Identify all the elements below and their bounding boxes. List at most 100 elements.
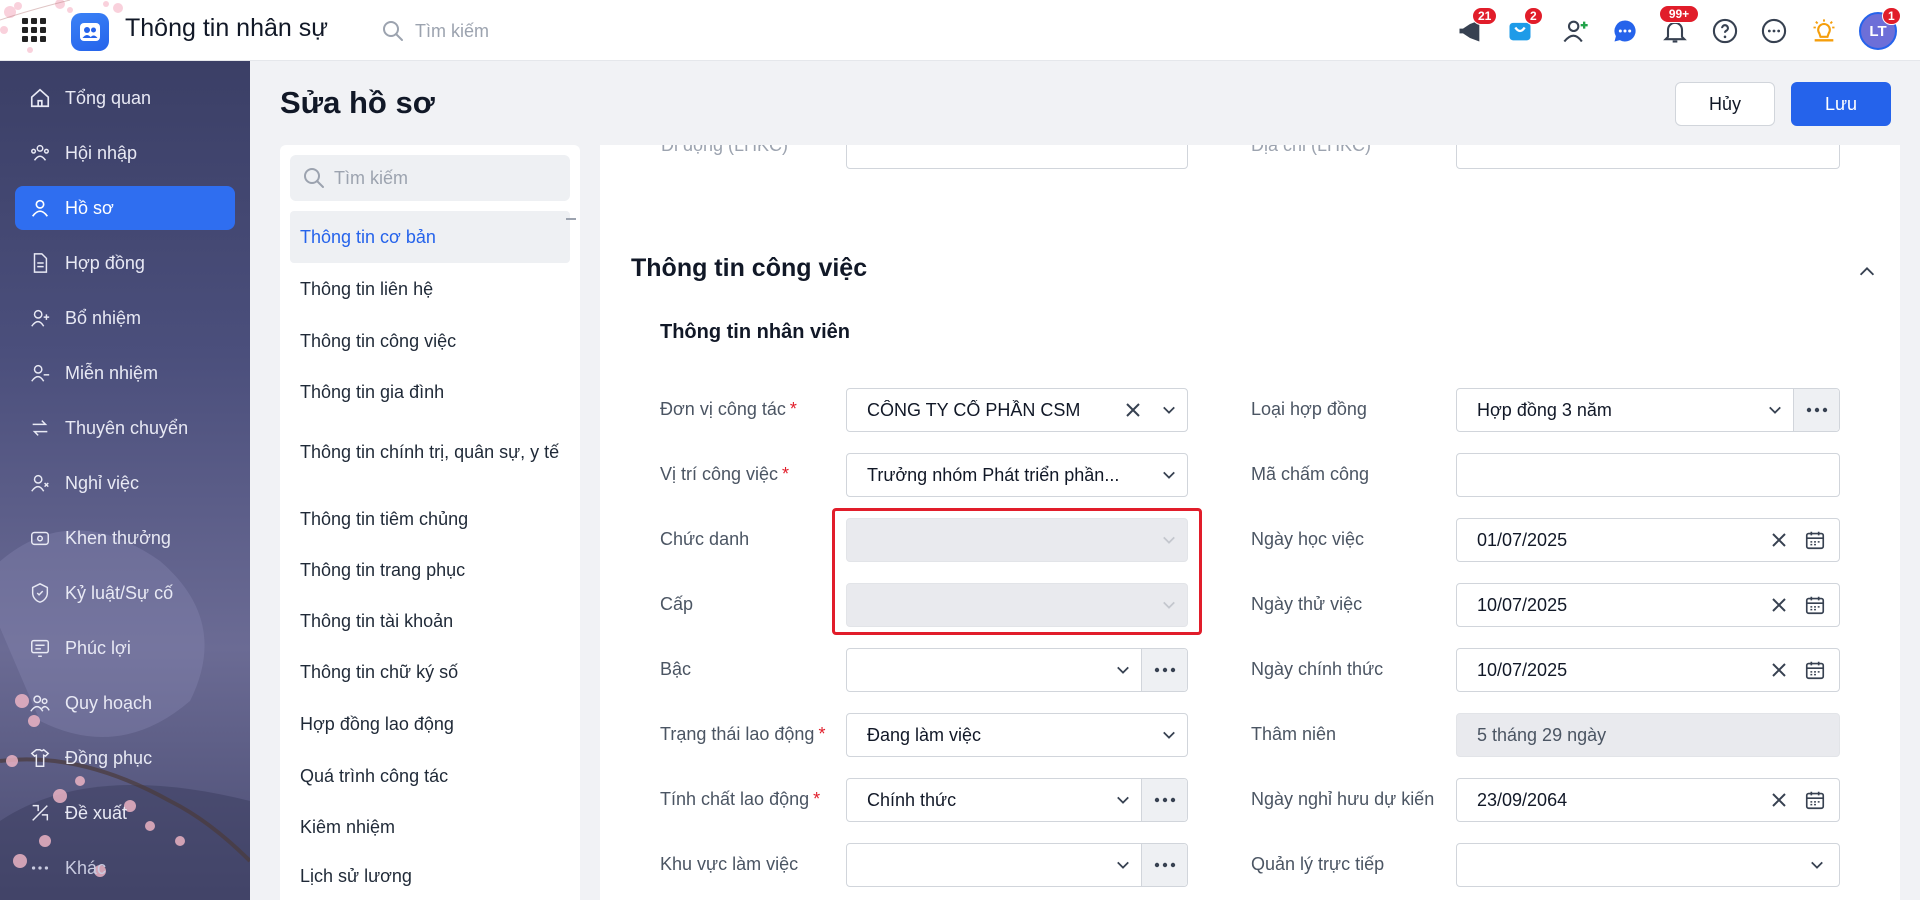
benefit-icon [31, 639, 49, 657]
sidebar-item-nghi-viec[interactable]: Nghỉ việc [15, 461, 235, 505]
help-button[interactable] [1707, 13, 1743, 49]
sidebar-item-label: Hợp đồng [65, 252, 145, 273]
sidebar-item-thuyen-chuyen[interactable]: Thuyên chuyển [15, 406, 235, 450]
clear-icon[interactable] [1761, 584, 1797, 626]
section-item-thong-tin-trang-phuc[interactable]: Thông tin trang phục [290, 544, 570, 596]
trang-thai-lao-dong-select[interactable]: Đang làm việc [846, 713, 1188, 757]
planning-icon [30, 695, 50, 712]
chevron-down-icon[interactable] [1151, 454, 1187, 496]
clear-icon[interactable] [1761, 649, 1797, 691]
sidebar-item-hop-dong[interactable]: Hợp đồng [15, 241, 235, 285]
ngay-nghi-huu-datepicker[interactable]: 23/09/2064 [1456, 778, 1840, 822]
ellipsis-icon [1154, 667, 1175, 673]
chat-button[interactable] [1607, 13, 1643, 49]
loai-hop-dong-select[interactable]: Hợp đồng 3 năm [1456, 388, 1840, 432]
section-item-thong-tin-chinh-tri[interactable]: Thông tin chính trị, quân sự, y tế [290, 424, 570, 480]
sidebar-item-de-xuat[interactable]: Đề xuất [15, 791, 235, 835]
ellipsis-icon [1154, 797, 1175, 803]
section-search-placeholder: Tìm kiếm [334, 167, 408, 188]
section-item-thong-tin-tiem-chung[interactable]: Thông tin tiêm chủng [290, 493, 570, 545]
bac-more-button[interactable] [1141, 649, 1187, 691]
section-item-lich-su-luong[interactable]: Lịch sử lương [290, 852, 570, 900]
ngay-chinh-thuc-datepicker[interactable]: 10/07/2025 [1456, 648, 1840, 692]
sidebar-item-quy-hoach[interactable]: Quy hoạch [15, 681, 235, 725]
user-minus-icon [31, 364, 50, 382]
section-item-hop-dong-lao-dong[interactable]: Hợp đồng lao động [290, 698, 570, 750]
label-don-vi-cong-tac: Đơn vị công tác * [660, 399, 797, 419]
bac-select[interactable] [846, 648, 1188, 692]
section-list-scrollbar[interactable] [566, 218, 576, 220]
page-title: Sửa hồ sơ [280, 85, 435, 120]
chevron-down-icon[interactable] [1151, 714, 1187, 756]
user-avatar[interactable]: LT 1 [1858, 7, 1901, 51]
section-item-qua-trinh-cong-tac[interactable]: Quá trình công tác [290, 750, 570, 802]
cancel-button[interactable]: Hủy [1675, 82, 1775, 126]
tinh-chat-lao-dong-select[interactable]: Chính thức [846, 778, 1188, 822]
khu-vuc-more-button[interactable] [1141, 844, 1187, 886]
more-options-button[interactable] [1756, 13, 1792, 49]
user-leave-icon [31, 474, 49, 492]
khu-vuc-lam-viec-select[interactable] [846, 843, 1188, 887]
label-khu-vuc-lam-viec: Khu vực làm việc [660, 854, 799, 874]
ngay-thu-viec-datepicker[interactable]: 10/07/2025 [1456, 583, 1840, 627]
section-item-thong-tin-lien-he[interactable]: Thông tin liên hệ [290, 263, 570, 315]
sidebar-item-ho-so[interactable]: Hồ sơ [15, 186, 235, 230]
calendar-icon[interactable] [1797, 779, 1833, 821]
ma-cham-cong-input[interactable] [1456, 453, 1840, 497]
sidebar-item-bo-nhiem[interactable]: Bổ nhiệm [15, 296, 235, 340]
chevron-down-icon[interactable] [1757, 389, 1793, 431]
quan-ly-truc-tiep-select[interactable] [1456, 843, 1840, 887]
calendar-icon[interactable] [1797, 649, 1833, 691]
ghost-field-left[interactable] [846, 145, 1188, 169]
loai-hop-dong-value: Hợp đồng 3 năm [1477, 399, 1612, 420]
label-bac: Bậc [660, 659, 692, 679]
chevron-down-icon[interactable] [1105, 779, 1141, 821]
chevron-up-icon [1859, 267, 1875, 276]
clear-icon[interactable] [1115, 389, 1151, 431]
idea-button[interactable] [1806, 13, 1842, 49]
clear-icon[interactable] [1761, 779, 1797, 821]
chevron-down-icon[interactable] [1105, 649, 1141, 691]
sidebar-item-phuc-loi[interactable]: Phúc lợi [15, 626, 235, 670]
save-button[interactable]: Lưu [1791, 82, 1891, 126]
shield-alert-icon [31, 583, 49, 603]
announcement-button[interactable]: 21 [1452, 7, 1498, 49]
sidebar-item-label: Hội nhập [65, 142, 138, 163]
clear-icon[interactable] [1761, 519, 1797, 561]
ngay-hoc-viec-datepicker[interactable]: 01/07/2025 [1456, 518, 1840, 562]
app-launcher-icon[interactable] [22, 18, 46, 42]
section-search-input[interactable]: Tìm kiếm [290, 155, 570, 201]
section-item-thong-tin-chu-ky-so[interactable]: Thông tin chữ ký số [290, 646, 570, 698]
section-item-thong-tin-co-ban[interactable]: Thông tin cơ bản [290, 211, 570, 263]
lightbulb-icon [1813, 19, 1835, 42]
chevron-down-icon[interactable] [1105, 844, 1141, 886]
tinh-chat-more-button[interactable] [1141, 779, 1187, 821]
notification-button[interactable]: 99+ [1657, 5, 1699, 49]
section-item-thong-tin-cong-viec[interactable]: Thông tin công việc [290, 315, 570, 367]
sidebar-item-khac[interactable]: Khác [15, 846, 235, 890]
add-user-button[interactable] [1558, 13, 1594, 49]
sidebar-item-khen-thuong[interactable]: Khen thưởng [15, 516, 235, 560]
ghost-label-left: Di động (LHKC) [661, 145, 789, 155]
collapse-section-button[interactable] [1853, 258, 1881, 286]
vi-tri-cong-viec-select[interactable]: Trưởng nhóm Phát triển phần... [846, 453, 1188, 497]
section-item-kiem-nhiem[interactable]: Kiêm nhiệm [290, 801, 570, 853]
document-icon [33, 253, 48, 273]
sidebar-item-ky-luat[interactable]: Kỷ luật/Sự cố [15, 571, 235, 615]
don-vi-cong-tac-select[interactable]: CÔNG TY CỔ PHẦN CSM [846, 388, 1188, 432]
loai-hop-dong-more-button[interactable] [1793, 389, 1839, 431]
sidebar-item-tong-quan[interactable]: Tổng quan [15, 76, 235, 120]
ghost-field-right[interactable] [1456, 145, 1840, 169]
sidebar-item-hoi-nhap[interactable]: Hội nhập [15, 131, 235, 175]
sidebar-item-dong-phuc[interactable]: Đồng phục [15, 736, 235, 780]
global-search[interactable]: Tìm kiếm [381, 15, 581, 47]
calendar-icon[interactable] [1797, 519, 1833, 561]
sidebar-item-label: Bổ nhiệm [65, 307, 142, 328]
section-item-thong-tin-tai-khoan[interactable]: Thông tin tài khoản [290, 595, 570, 647]
chevron-down-icon[interactable] [1151, 389, 1187, 431]
chevron-down-icon[interactable] [1799, 844, 1835, 886]
section-item-thong-tin-gia-dinh[interactable]: Thông tin gia đình [290, 366, 570, 418]
sidebar-item-mien-nhiem[interactable]: Miễn nhiệm [15, 351, 235, 395]
cart-button[interactable]: 2 [1502, 7, 1543, 49]
calendar-icon[interactable] [1797, 584, 1833, 626]
